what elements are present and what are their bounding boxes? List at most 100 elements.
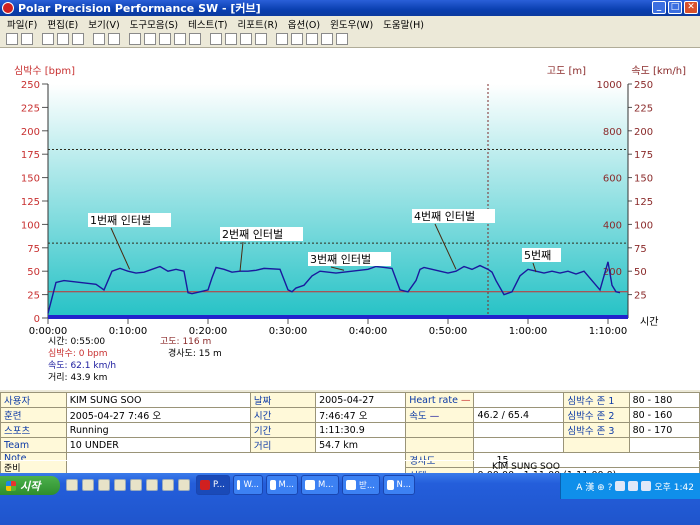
calendar-icon[interactable] bbox=[144, 33, 156, 45]
menu-bar: 파일(F) 편집(E) 보기(V) 도구모음(S) 테스트(T) 리포트(R) … bbox=[0, 16, 700, 31]
task-polar[interactable]: P... bbox=[196, 475, 230, 495]
zone1-value: 80 - 180 bbox=[628, 392, 700, 408]
copy-icon[interactable] bbox=[57, 33, 69, 45]
menu-toolbar[interactable]: 도구모음(S) bbox=[125, 17, 183, 31]
menu-test[interactable]: 테스트(T) bbox=[183, 17, 232, 31]
altitude-tick-label: 400 bbox=[603, 220, 622, 231]
extra-icon[interactable] bbox=[178, 479, 190, 491]
speed-tick-label: 150 bbox=[634, 174, 653, 185]
explorer-icon[interactable] bbox=[162, 479, 174, 491]
range-icon[interactable] bbox=[255, 33, 267, 45]
x-axis-label: 시간 bbox=[640, 316, 658, 328]
menu-edit[interactable]: 편집(E) bbox=[42, 17, 83, 31]
shield-icon[interactable] bbox=[641, 481, 652, 491]
zoom-in-icon[interactable] bbox=[210, 33, 222, 45]
start-label: 시작 bbox=[20, 479, 41, 493]
readout-slope: 경사도: 15 m bbox=[168, 347, 222, 359]
date-label: 날짜 bbox=[249, 392, 317, 408]
readout-speed: 속도: 62.1 km/h bbox=[48, 360, 116, 371]
time-label: 시간 bbox=[249, 407, 317, 423]
close-button[interactable]: ✕ bbox=[684, 1, 698, 14]
zone3-label: 심박수 존 3 bbox=[563, 422, 630, 438]
app-icon[interactable] bbox=[130, 479, 142, 491]
menu-report[interactable]: 리포트(R) bbox=[233, 17, 283, 31]
toolbar bbox=[0, 31, 700, 48]
x-tick-label: 0:30:00 bbox=[269, 326, 308, 337]
network-icon[interactable] bbox=[615, 481, 626, 491]
graph-icon[interactable] bbox=[189, 33, 201, 45]
hr-tick-label: 25 bbox=[27, 291, 40, 302]
menu-view[interactable]: 보기(V) bbox=[83, 17, 124, 31]
print-icon[interactable] bbox=[93, 33, 105, 45]
open-icon[interactable] bbox=[6, 33, 18, 45]
bar-chart-icon[interactable] bbox=[276, 33, 288, 45]
frame-icon[interactable] bbox=[129, 33, 141, 45]
bar-chart-4-icon[interactable] bbox=[321, 33, 333, 45]
task-inbox[interactable]: 받... bbox=[342, 475, 380, 495]
bar-chart-5-icon[interactable] bbox=[336, 33, 348, 45]
ime-indicator[interactable]: A 漢 ⊕ ? bbox=[576, 480, 612, 493]
zone3-value: 80 - 170 bbox=[628, 422, 700, 438]
start-button[interactable]: 시작 bbox=[0, 476, 60, 495]
x-tick-label: 0:50:00 bbox=[429, 326, 468, 337]
menu-file[interactable]: 파일(F) bbox=[2, 17, 42, 31]
document-icon bbox=[237, 480, 241, 490]
hr-tick-label: 100 bbox=[21, 220, 40, 231]
speed-tick-label: 125 bbox=[634, 197, 653, 208]
chart-icon[interactable] bbox=[159, 33, 171, 45]
hr-line bbox=[48, 315, 628, 319]
training-value: 2005-04-27 7:46 오 bbox=[65, 407, 251, 423]
altitude-tick-label: 600 bbox=[603, 174, 622, 185]
folder-icon bbox=[346, 480, 356, 490]
paste-icon[interactable] bbox=[72, 33, 84, 45]
save-icon[interactable] bbox=[21, 33, 33, 45]
bar-chart-2-icon[interactable] bbox=[291, 33, 303, 45]
duration-value: 1:11:30.9 bbox=[315, 422, 407, 438]
preview-icon[interactable] bbox=[108, 33, 120, 45]
task-m2[interactable]: M... bbox=[301, 475, 339, 495]
desktop-icon[interactable] bbox=[66, 479, 78, 491]
messenger-icon[interactable] bbox=[146, 479, 158, 491]
status-user: KIM SUNG SOO bbox=[492, 462, 560, 472]
hr-tick-label: 200 bbox=[21, 127, 40, 138]
annotation-label: 2번째 인터벌 bbox=[222, 228, 283, 241]
clock: 오후 1:42 bbox=[654, 482, 694, 493]
minimize-button[interactable]: _ bbox=[652, 1, 666, 14]
media-icon[interactable] bbox=[98, 479, 110, 491]
hr-tick-label: 50 bbox=[27, 267, 40, 278]
cut-icon[interactable] bbox=[42, 33, 54, 45]
maximize-button[interactable]: □ bbox=[668, 1, 682, 14]
readout-distance: 거리: 43.9 km bbox=[48, 372, 107, 383]
curve-chart[interactable]: 심박수 [bpm] 고도 [m] 속도 [km/h] 시간 250 225 200 1… bbox=[0, 48, 700, 390]
task-word[interactable]: W... bbox=[233, 475, 263, 495]
readout-time: 시간: 0:55:00 bbox=[48, 336, 105, 347]
x-tick-label: 0:00:00 bbox=[29, 326, 68, 337]
hr-axis-label: 심박수 [bpm] bbox=[14, 65, 75, 77]
heart-icon bbox=[2, 2, 14, 14]
menu-help[interactable]: 도움말(H) bbox=[378, 17, 429, 31]
x-tick-label: 0:20:00 bbox=[189, 326, 228, 337]
zone2-label: 심박수 존 2 bbox=[563, 407, 630, 423]
readout-hr: 심박수: 0 bpm bbox=[48, 348, 108, 359]
zoom-out-icon[interactable] bbox=[225, 33, 237, 45]
ie-icon[interactable] bbox=[82, 479, 94, 491]
bar-chart-3-icon[interactable] bbox=[306, 33, 318, 45]
hr-legend-value bbox=[473, 392, 565, 408]
sport-value: Running bbox=[65, 422, 251, 438]
cursor-icon[interactable] bbox=[240, 33, 252, 45]
x-tick-label: 0:10:00 bbox=[109, 326, 148, 337]
task-m1[interactable]: M... bbox=[266, 475, 298, 495]
window-title: Polar Precision Performance SW - [커브] bbox=[18, 2, 261, 15]
analysis-icon[interactable] bbox=[174, 33, 186, 45]
task-n[interactable]: N... bbox=[383, 475, 415, 495]
chart-svg: 심박수 [bpm] 고도 [m] 속도 [km/h] 시간 2502252001… bbox=[14, 65, 686, 383]
quick-launch bbox=[66, 479, 190, 491]
menu-window[interactable]: 윈도우(W) bbox=[325, 17, 378, 31]
speed-tick-label: 200 bbox=[634, 127, 653, 138]
menu-options[interactable]: 옵션(O) bbox=[283, 17, 325, 31]
annotation-label: 1번째 인터벌 bbox=[90, 214, 151, 227]
folder-icon[interactable] bbox=[114, 479, 126, 491]
volume-icon[interactable] bbox=[628, 481, 639, 491]
hr-tick-label: 125 bbox=[21, 197, 40, 208]
exercise-info-panel: 사용자 KIM SUNG SOO 날짜 2005-04-27 Heart rat… bbox=[0, 392, 700, 483]
